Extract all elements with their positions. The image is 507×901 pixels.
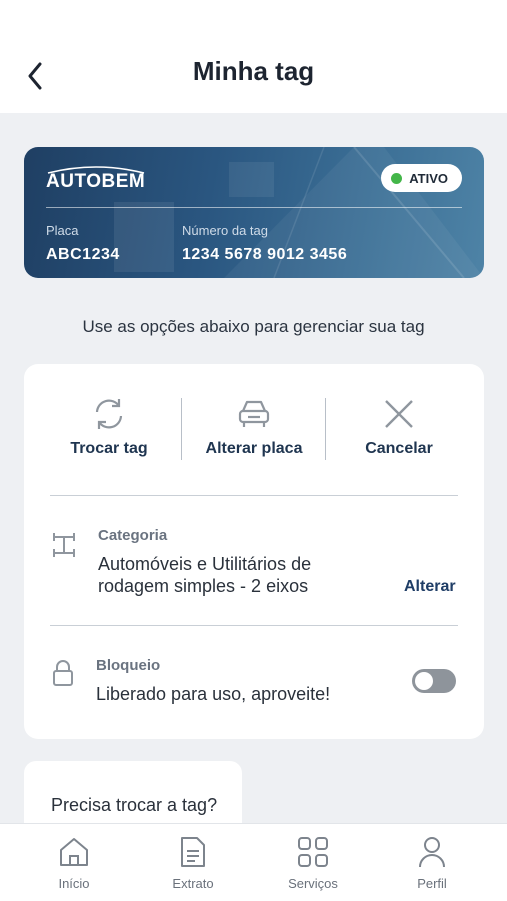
divider (50, 495, 458, 496)
axle-icon (53, 533, 75, 557)
divider (50, 625, 458, 626)
status-label: ATIVO (409, 170, 448, 186)
nav-home-label: Início (58, 876, 90, 891)
nav-services[interactable]: Serviços (263, 834, 363, 891)
action-divider (181, 398, 182, 460)
action-divider (325, 398, 326, 460)
block-toggle[interactable] (412, 669, 456, 693)
document-icon (181, 837, 205, 867)
category-title: Categoria (98, 527, 168, 544)
user-icon (419, 837, 445, 868)
bottom-navigation: Início Extrato Serviços Perfil (0, 823, 507, 901)
home-icon (60, 838, 88, 866)
plate-value: ABC1234 (46, 246, 120, 263)
brand-logo: AUTOBEM (46, 171, 146, 192)
nav-profile[interactable]: Perfil (382, 834, 482, 891)
swap-tag-button[interactable]: Trocar tag (39, 394, 179, 464)
grid-icon (298, 837, 328, 867)
block-text: Liberado para uso, aproveite! (96, 684, 331, 704)
refresh-icon (95, 399, 123, 429)
change-plate-button[interactable]: Alterar placa (184, 394, 324, 464)
car-icon (238, 400, 270, 427)
tag-card: AUTOBEM ATIVO Placa ABC1234 Número da ta… (24, 147, 484, 278)
nav-statement[interactable]: Extrato (143, 834, 243, 891)
cancel-tag-label: Cancelar (365, 440, 433, 457)
status-dot-icon (391, 172, 403, 184)
instructions-text: Use as opções abaixo para gerenciar sua … (82, 317, 425, 336)
toggle-knob (415, 672, 433, 690)
change-category-button[interactable]: Alterar (404, 578, 456, 596)
page-title: Minha tag (192, 56, 315, 86)
header: Minha tag (0, 0, 507, 113)
close-icon (385, 400, 413, 428)
plate-label: Placa (46, 223, 79, 238)
nav-home[interactable]: Início (24, 834, 124, 891)
cancel-tag-button[interactable]: Cancelar (329, 394, 469, 464)
tag-options-panel: Trocar tag Alterar placa Cancelar Catego… (24, 364, 484, 739)
card-divider (46, 207, 462, 208)
tag-number-label: Número da tag (182, 223, 268, 238)
lock-icon (53, 660, 73, 686)
status-badge: ATIVO (381, 164, 462, 192)
nav-profile-label: Perfil (417, 876, 447, 891)
swap-tag-label: Trocar tag (70, 440, 148, 457)
category-text: Automóveis e Utilitários de rodagem simp… (98, 554, 312, 596)
change-plate-label: Alterar placa (205, 440, 303, 457)
nav-services-label: Serviços (288, 876, 338, 891)
tag-number-value: 1234 5678 9012 3456 (182, 246, 348, 263)
help-card-text: Precisa trocar a tag? (51, 795, 218, 815)
nav-statement-label: Extrato (172, 876, 214, 891)
block-title: Bloqueio (96, 657, 161, 674)
